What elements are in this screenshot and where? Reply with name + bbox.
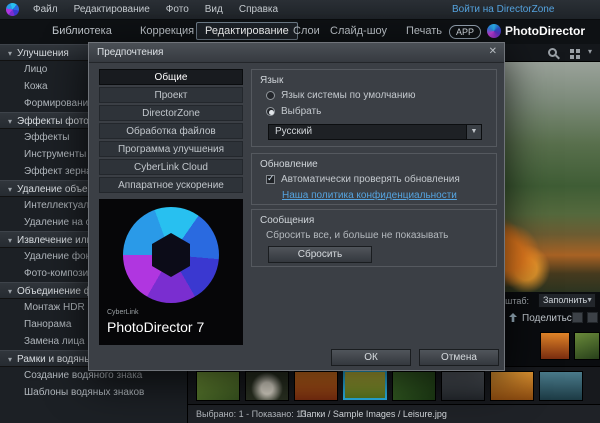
chevron-down-icon: ▾ bbox=[8, 117, 12, 126]
view-mode-icon[interactable] bbox=[570, 49, 574, 53]
prefs-nav-cloud[interactable]: CyberLink Cloud bbox=[99, 159, 243, 175]
share-button[interactable]: Поделиться bbox=[522, 313, 577, 324]
radio-choose-language[interactable]: Выбрать bbox=[266, 106, 321, 117]
preferences-dialog: Предпочтения ✕ Общие Проект DirectorZone… bbox=[88, 42, 505, 371]
thumbnail[interactable] bbox=[294, 371, 338, 401]
thumbnail[interactable] bbox=[196, 371, 240, 401]
reset-button[interactable]: Сбросить bbox=[268, 246, 372, 263]
chevron-down-icon: ▼ bbox=[466, 125, 481, 139]
messages-group: Сообщения Сбросить все, и больше не пока… bbox=[251, 209, 497, 267]
thumbnail[interactable] bbox=[441, 371, 485, 401]
updates-group: Обновление ✓ Автоматически проверять обн… bbox=[251, 153, 497, 205]
messages-group-label: Сообщения bbox=[260, 215, 314, 226]
app-logo-icon bbox=[6, 3, 19, 16]
menu-help[interactable]: Справка bbox=[231, 0, 286, 20]
company-name: CyberLink bbox=[107, 309, 139, 316]
chevron-down-icon: ▾ bbox=[8, 49, 12, 58]
thumbnail-selected[interactable] bbox=[343, 370, 387, 400]
prefs-nav: Общие Проект DirectorZone Обработка файл… bbox=[99, 69, 243, 195]
language-dropdown[interactable]: Русский ▼ bbox=[268, 124, 482, 140]
radio-icon[interactable] bbox=[266, 91, 275, 100]
prefs-nav-hardware[interactable]: Аппаратное ускорение bbox=[99, 177, 243, 193]
share-target-icon[interactable] bbox=[587, 312, 598, 323]
menu-photo[interactable]: Фото bbox=[158, 0, 197, 20]
statusbar: Выбрано: 1 - Показано: 13 Папки / Sample… bbox=[188, 404, 600, 423]
radio-system-language[interactable]: Язык системы по умолчанию bbox=[266, 90, 415, 101]
menu-edit[interactable]: Редактирование bbox=[66, 0, 158, 20]
tab-adjustment[interactable]: Коррекция bbox=[140, 25, 194, 37]
checkbox-checked-icon[interactable]: ✓ bbox=[266, 175, 275, 184]
signin-link[interactable]: Войти на DirectorZone bbox=[452, 0, 554, 20]
photodirector-logo-icon bbox=[487, 24, 501, 38]
radio-selected-icon[interactable] bbox=[266, 107, 275, 116]
auto-update-checkbox[interactable]: ✓ Автоматически проверять обновления bbox=[266, 174, 460, 185]
dialog-title: Предпочтения bbox=[89, 43, 504, 63]
menu-file[interactable]: Файл bbox=[25, 0, 66, 20]
reset-description: Сбросить все, и больше не показывать bbox=[266, 230, 448, 241]
zoom-icon[interactable] bbox=[548, 48, 557, 57]
brand: PhotoDirector bbox=[487, 24, 585, 38]
chevron-down-icon: ▾ bbox=[8, 287, 12, 296]
tab-library[interactable]: Библиотека bbox=[52, 25, 112, 37]
aperture-logo-icon bbox=[123, 207, 219, 303]
thumbnail[interactable] bbox=[540, 332, 570, 360]
tab-print[interactable]: Печать bbox=[406, 25, 442, 37]
radio-label: Выбрать bbox=[281, 106, 321, 117]
module-tabbar: Библиотека Коррекция Редактирование Слои… bbox=[0, 20, 600, 44]
zoom-dropdown[interactable]: Заполнить ▼ bbox=[538, 293, 596, 308]
tab-slideshow[interactable]: Слайд-шоу bbox=[330, 25, 387, 37]
menu-view[interactable]: Вид bbox=[197, 0, 231, 20]
chevron-down-icon[interactable]: ▾ bbox=[588, 47, 592, 56]
zoom-value: Заполнить bbox=[543, 295, 587, 305]
tab-edit[interactable]: Редактирование bbox=[196, 22, 298, 40]
checkbox-label: Автоматически проверять обновления bbox=[281, 174, 460, 185]
sidebar-item[interactable]: Шаблоны водяных знаков bbox=[0, 384, 187, 401]
chevron-down-icon: ▼ bbox=[586, 294, 593, 307]
product-logo-panel: CyberLink PhotoDirector 7 bbox=[99, 199, 243, 345]
cancel-button[interactable]: Отмена bbox=[419, 349, 499, 366]
section-label: Эффекты фото bbox=[17, 116, 89, 127]
chevron-down-icon: ▾ bbox=[8, 236, 12, 245]
tab-layers[interactable]: Слои bbox=[293, 25, 320, 37]
language-group-label: Язык bbox=[260, 75, 283, 86]
language-group: Язык Язык системы по умолчанию Выбрать Р… bbox=[251, 69, 497, 147]
prefs-nav-file-handling[interactable]: Обработка файлов bbox=[99, 123, 243, 139]
chevron-down-icon: ▾ bbox=[8, 185, 12, 194]
thumbnail[interactable] bbox=[392, 371, 436, 401]
app-window: Файл Редактирование Фото Вид Справка Вой… bbox=[0, 0, 600, 423]
share-target-icon[interactable] bbox=[572, 312, 583, 323]
brand-name: PhotoDirector bbox=[505, 24, 585, 38]
share-icon[interactable] bbox=[508, 313, 518, 323]
prefs-nav-improvement[interactable]: Программа улучшения bbox=[99, 141, 243, 157]
section-label: Улучшения bbox=[17, 48, 69, 59]
thumbnail[interactable] bbox=[574, 332, 600, 360]
close-icon[interactable]: ✕ bbox=[489, 46, 497, 57]
thumbnail[interactable] bbox=[245, 371, 289, 401]
app-badge[interactable]: APP bbox=[449, 25, 481, 39]
prefs-nav-project[interactable]: Проект bbox=[99, 87, 243, 103]
thumbnail[interactable] bbox=[490, 371, 534, 401]
chevron-down-icon: ▾ bbox=[8, 355, 12, 364]
ok-button[interactable]: ОК bbox=[331, 349, 411, 366]
filmstrip bbox=[188, 366, 600, 404]
privacy-policy-link[interactable]: Наша политика конфиденциальности bbox=[282, 190, 457, 201]
menubar: Файл Редактирование Фото Вид Справка Вой… bbox=[0, 0, 600, 20]
prefs-nav-directorzone[interactable]: DirectorZone bbox=[99, 105, 243, 121]
product-name: PhotoDirector 7 bbox=[107, 319, 204, 335]
radio-label: Язык системы по умолчанию bbox=[281, 90, 415, 101]
prefs-nav-general[interactable]: Общие bbox=[99, 69, 243, 85]
selection-count: Выбрано: 1 - Показано: 13 bbox=[196, 405, 306, 423]
file-path: Папки / Sample Images / Leisure.jpg bbox=[300, 405, 447, 423]
language-value: Русский bbox=[275, 126, 312, 137]
updates-group-label: Обновление bbox=[260, 159, 318, 170]
thumbnail[interactable] bbox=[539, 371, 583, 401]
